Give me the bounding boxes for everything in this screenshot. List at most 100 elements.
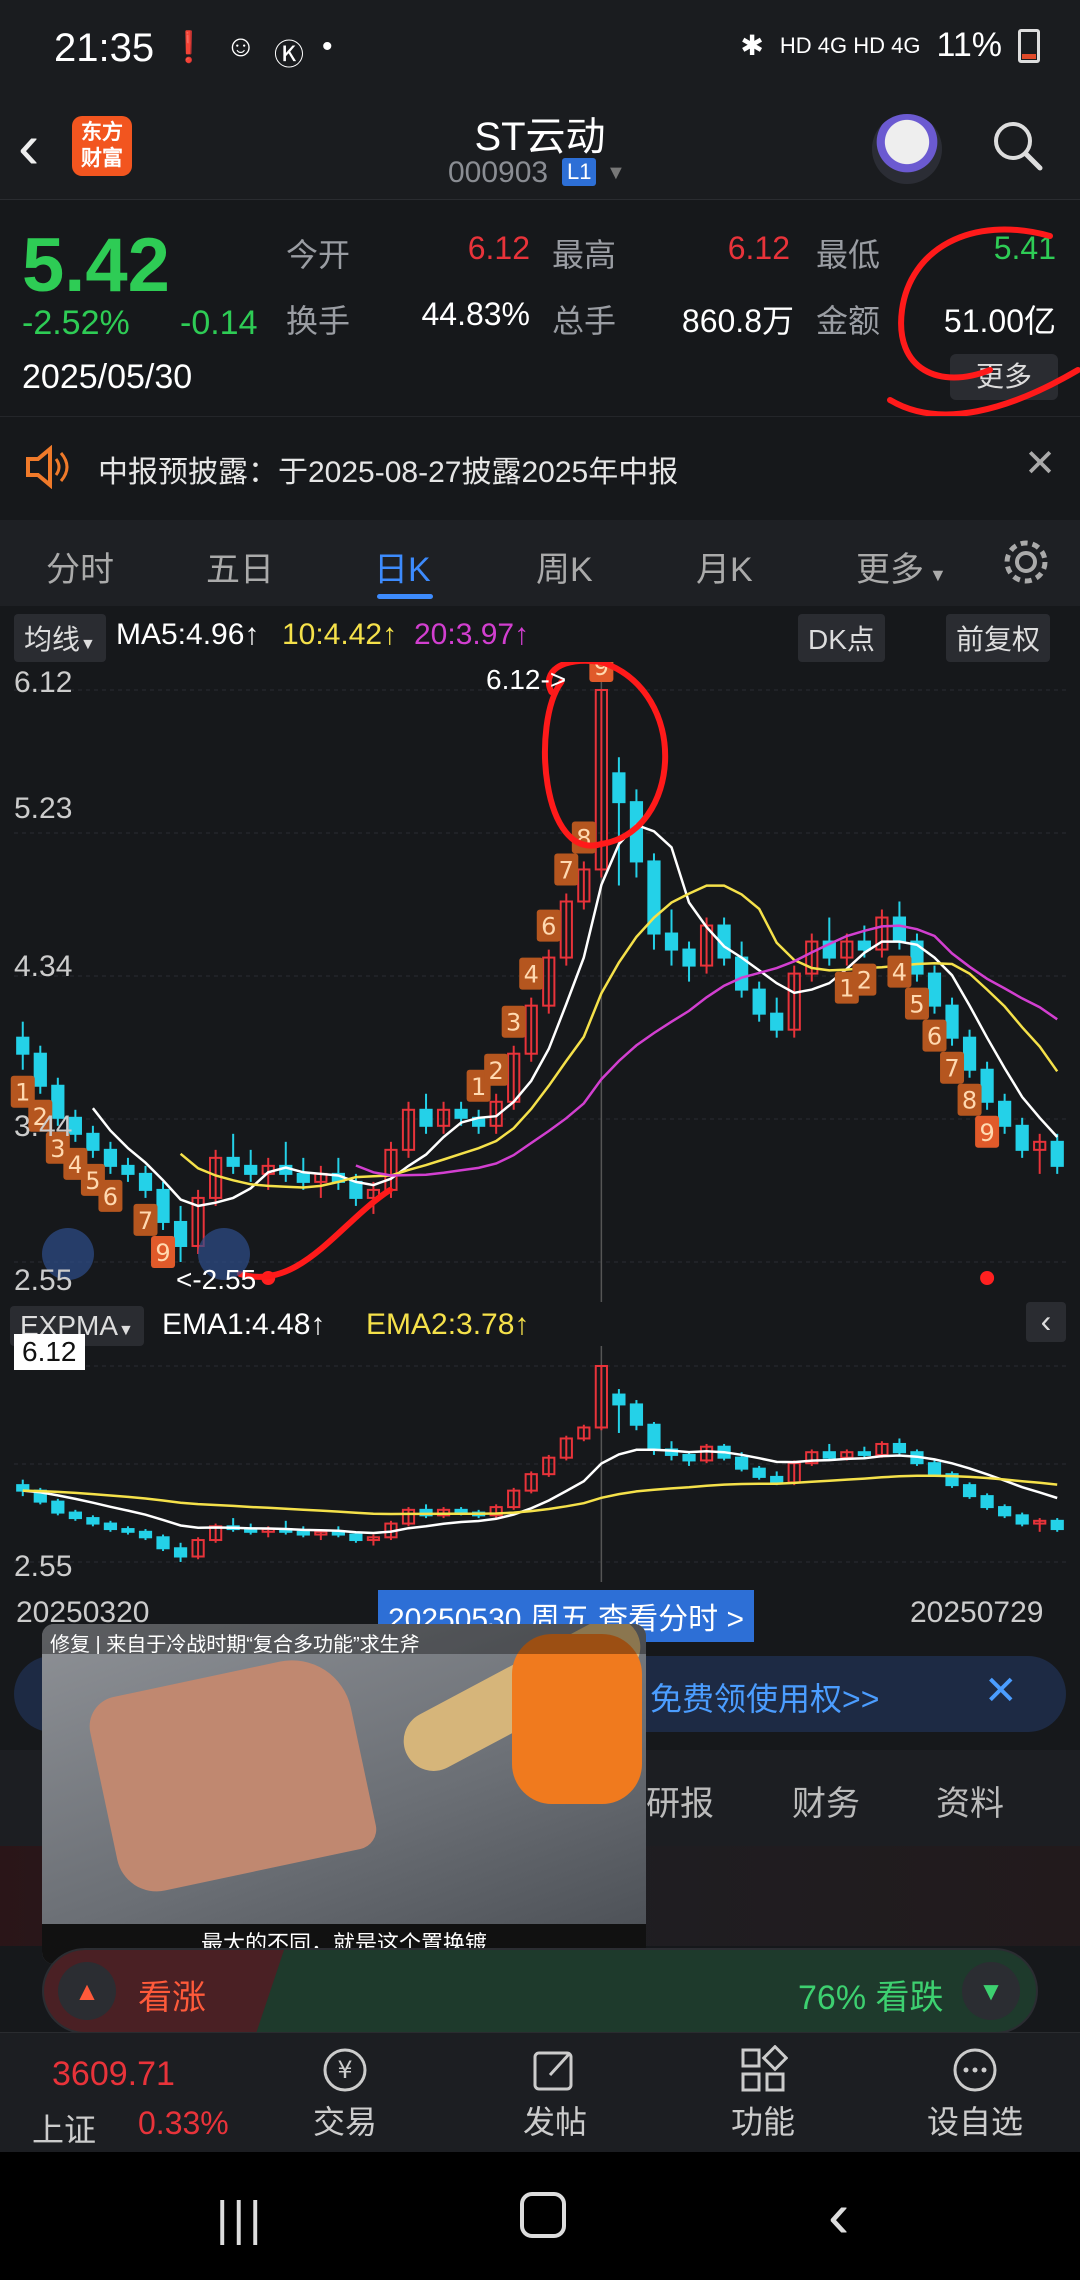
candle-body [822,1451,836,1459]
up-label[interactable]: 看涨 [138,1970,206,2019]
caret-down-icon: ▼ [924,565,947,585]
level-badge[interactable]: L1 [562,158,597,186]
post-icon[interactable] [530,2045,580,2095]
candle-body [33,1052,47,1087]
period-tabs: 分时 五日 日K 周K 月K 更多 ▼ [0,520,1080,606]
up-arrow-icon[interactable]: ▲ [58,1962,116,2020]
tab-finance[interactable]: 财务 [792,1776,860,1825]
candle-body [244,1164,258,1175]
stock-code[interactable]: 000903 [448,156,548,190]
nav-post[interactable]: 发帖 [490,2097,620,2143]
candlestick-chart[interactable]: 12345679123467891 2 456789 [0,662,1080,1302]
nav-functions[interactable]: 功能 [698,2097,828,2143]
candle-body [156,1536,170,1550]
candle-body [1050,1519,1064,1531]
settings-gear-icon[interactable] [1000,536,1052,588]
nav-watchlist[interactable]: 设自选 [910,2097,1040,2143]
close-icon[interactable]: ✕ [984,1668,1018,1714]
watchlist-icon[interactable] [950,2045,1000,2095]
candle-body [156,1188,170,1223]
code-dropdown-icon[interactable]: ▼ [606,162,626,185]
sequence-marker-label: 7 [138,1207,153,1235]
down-label[interactable]: 76% 看跌 [798,1970,944,2019]
candle-body [962,1484,977,1498]
floating-video[interactable]: 修复 | 来自于冷战时期“复合多功能”求生斧 最大的不同，就是这个置换镀 [42,1624,646,1964]
open-label: 今开 [286,237,351,273]
nav-trade[interactable]: 交易 [280,2097,410,2143]
bluetooth-icon: ✱ [740,30,764,61]
battery-label: 11% [936,26,1002,64]
index-name[interactable]: 上证 [32,2105,96,2151]
adjust-button[interactable]: 前复权 [946,614,1051,662]
turnover-value: 44.83% [421,296,530,332]
tab-weekly-k[interactable]: 周K [536,542,593,591]
candle-body [612,772,626,804]
network-label: HD 4G HD 4G [779,32,921,58]
sequence-marker-label: 2 [489,1057,504,1085]
trade-icon[interactable]: ¥ [320,2045,370,2095]
down-arrow-icon[interactable]: ▼ [962,1962,1020,2020]
turnover-label: 换手 [286,303,351,339]
candle-body [419,1108,433,1127]
candle-body [980,1495,994,1509]
tab-research[interactable]: 研报 [646,1776,714,1825]
dk-point-dot [980,1271,995,1285]
dot-icon: • [322,30,333,63]
candle-body [998,1506,1012,1517]
index-change[interactable]: 0.33% [138,2105,229,2142]
red-annotation-circle [887,226,1080,418]
candle-body [86,1517,100,1525]
candle-body [682,948,696,967]
high-value: 6.12 [727,230,790,266]
candle-body [770,1012,784,1031]
status-time: 21:35 [54,26,155,70]
sequence-marker-label: 1 [471,1073,486,1101]
system-nav-bar: ||| ‹ [0,2152,1080,2280]
quote-date: 2025/05/30 [22,358,193,396]
notice-bar[interactable]: 中报预披露：于2025-08-27披露2025年中报 ✕ [0,416,1080,516]
back-icon[interactable]: ‹ [828,2178,849,2252]
ema-bottom-label: 2.55 [14,1550,73,1583]
candle-body [927,1462,942,1476]
open-value: 6.12 [467,230,530,266]
collapse-chevron-icon[interactable]: ‹ [1026,1302,1066,1342]
tab-profile[interactable]: 资料 [936,1776,1004,1825]
volume-value: 860.8万 [681,303,794,339]
dk-point-button[interactable]: DK点 [798,614,885,662]
candle-body [682,1453,696,1462]
caret-down-icon: ▼ [80,636,96,653]
ma20-value: 20:3.97↑ [414,618,530,651]
assistant-robot-icon[interactable] [872,114,942,184]
tab-minute[interactable]: 分时 [46,542,114,591]
ma-selector[interactable]: 均线▼ [14,614,106,662]
speaker-icon [26,445,69,489]
y-tick-label: 3.44 [14,1110,73,1143]
candle-body [51,1500,65,1514]
candle-body [173,1547,188,1558]
search-icon[interactable] [990,118,1044,172]
sentiment-bar: ▲ 看涨 76% 看跌 ▼ [42,1948,1038,2034]
sequence-marker-label: 7 [559,856,574,884]
tab-daily-k[interactable]: 日K [374,542,431,591]
candle-body [664,932,679,951]
functions-grid-icon[interactable] [738,2045,788,2095]
ema-chart[interactable] [0,1346,1080,1582]
quote-panel: 5.42 -2.52% -0.14 2025/05/30 今开 6.12 最高 … [0,200,1080,420]
high-label: 最高 [552,237,617,273]
candle-body [121,1164,135,1175]
tab-monthly-k[interactable]: 月K [696,542,753,591]
candle-body [16,1036,30,1055]
recent-apps-icon[interactable]: ||| [216,2192,265,2247]
candle-body [770,1475,784,1484]
tab-more[interactable]: 更多 ▼ [856,542,947,591]
tab-five-day[interactable]: 五日 [206,542,274,591]
candle-body [945,1004,959,1039]
tab-more-label: 更多 [856,551,924,589]
candle-body [68,1511,82,1520]
change-value: -0.14 [180,304,258,342]
close-icon[interactable]: ✕ [1024,441,1056,486]
sequence-marker-label: 2 [857,967,872,995]
index-value[interactable]: 3609.71 [52,2055,175,2094]
stock-header: ‹ 东方财富 ST云动 000903 L1 ▼ [0,100,1080,200]
home-icon[interactable] [520,2192,566,2238]
